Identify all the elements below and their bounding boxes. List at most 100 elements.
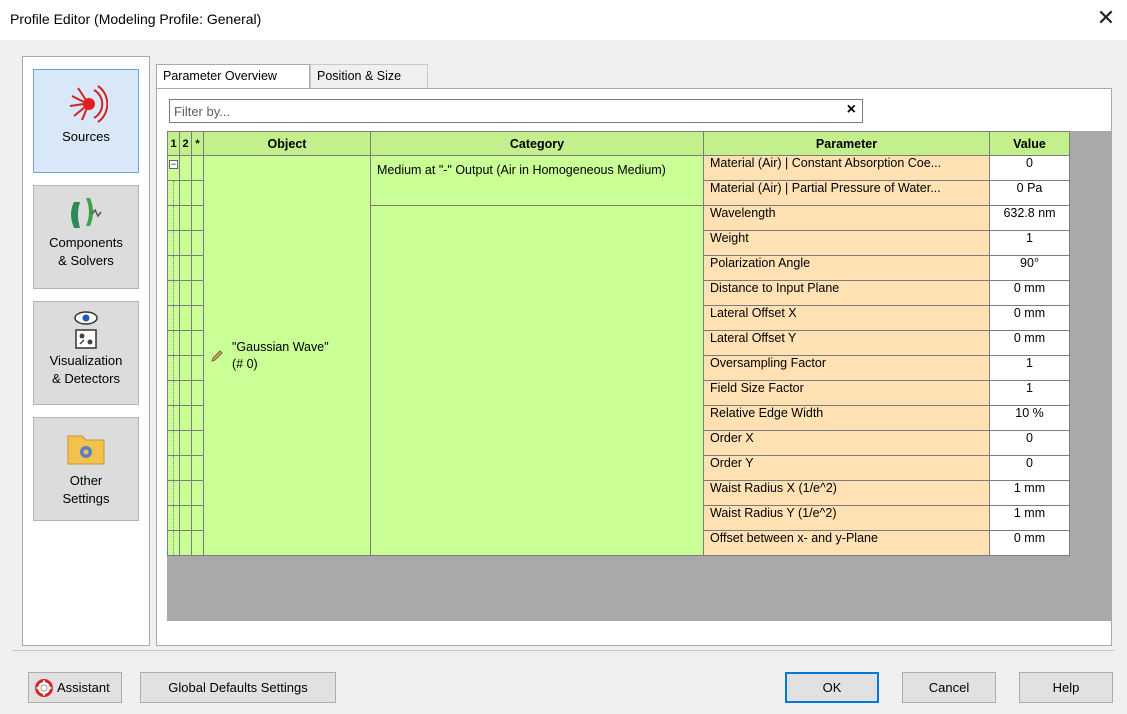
- parameter-cell[interactable]: Waist Radius X (1/e^2): [703, 480, 990, 506]
- tree-cell: [167, 180, 180, 206]
- value-cell[interactable]: 0 mm: [989, 330, 1070, 356]
- tree-cell: [167, 355, 180, 381]
- parameter-cell[interactable]: Wavelength: [703, 205, 990, 231]
- value-cell[interactable]: 1 mm: [989, 505, 1070, 531]
- sidebar-item-components[interactable]: Components & Solvers: [33, 185, 139, 289]
- tree-cell: [191, 155, 204, 181]
- parameter-cell[interactable]: Lateral Offset Y: [703, 330, 990, 356]
- tree-cell[interactable]: −: [167, 155, 180, 181]
- tree-cell: [167, 280, 180, 306]
- category-cell[interactable]: [370, 205, 704, 556]
- tree-cell: [191, 480, 204, 506]
- sidebar-item-label: Sources: [62, 129, 110, 144]
- parameter-cell[interactable]: Material (Air) | Constant Absorption Coe…: [703, 155, 990, 181]
- value-cell[interactable]: 1: [989, 380, 1070, 406]
- value-cell[interactable]: 0 mm: [989, 280, 1070, 306]
- global-defaults-settings-button[interactable]: Global Defaults Settings: [140, 672, 336, 703]
- sidebar-item-sources[interactable]: Sources: [33, 69, 139, 173]
- ok-button[interactable]: OK: [785, 672, 879, 703]
- value-cell[interactable]: 1: [989, 355, 1070, 381]
- value-cell[interactable]: 0 mm: [989, 305, 1070, 331]
- tree-cell: [179, 280, 192, 306]
- value-cell[interactable]: 0 Pa: [989, 180, 1070, 206]
- tree-cell: [191, 405, 204, 431]
- tree-cell: [167, 205, 180, 231]
- tree-guide: [173, 281, 174, 305]
- column-header-parameter[interactable]: Parameter: [703, 131, 990, 156]
- tree-cell: [179, 305, 192, 331]
- components-lens-icon: [71, 198, 102, 228]
- value-cell[interactable]: 0: [989, 455, 1070, 481]
- tree-cell: [167, 405, 180, 431]
- sidebar-item-other-settings[interactable]: Other Settings: [33, 417, 139, 521]
- tree-cell: [179, 455, 192, 481]
- parameter-cell[interactable]: Material (Air) | Partial Pressure of Wat…: [703, 180, 990, 206]
- parameter-cell[interactable]: Order Y: [703, 455, 990, 481]
- tree-guide: [173, 531, 174, 555]
- sidebar-item-label: Components: [49, 235, 123, 250]
- lifebuoy-icon: [35, 679, 53, 697]
- assistant-button[interactable]: Assistant: [28, 672, 122, 703]
- parameter-cell[interactable]: Relative Edge Width: [703, 405, 990, 431]
- tree-guide: [173, 231, 174, 255]
- parameter-cell[interactable]: Oversampling Factor: [703, 355, 990, 381]
- column-header-category[interactable]: Category: [370, 131, 704, 156]
- tab-parameter-overview[interactable]: Parameter Overview: [156, 64, 310, 89]
- sidebar-item-visualization[interactable]: Visualization & Detectors: [33, 301, 139, 405]
- tree-guide: [173, 481, 174, 505]
- value-cell[interactable]: 10 %: [989, 405, 1070, 431]
- object-name: "Gaussian Wave": [232, 339, 329, 354]
- cancel-button[interactable]: Cancel: [902, 672, 996, 703]
- value-cell[interactable]: 0 mm: [989, 530, 1070, 556]
- collapse-icon[interactable]: −: [169, 160, 178, 169]
- folder-gear-icon: [67, 435, 105, 465]
- tab-position-size[interactable]: Position & Size: [310, 64, 428, 88]
- parameter-cell[interactable]: Distance to Input Plane: [703, 280, 990, 306]
- parameter-grid: 1 2 * Object Category Parameter Value − "…: [167, 131, 1111, 621]
- tree-cell: [167, 455, 180, 481]
- close-icon[interactable]: ✕: [1093, 6, 1119, 32]
- parameter-cell[interactable]: Polarization Angle: [703, 255, 990, 281]
- column-header-2[interactable]: 2: [179, 131, 192, 156]
- value-cell[interactable]: 0: [989, 155, 1070, 181]
- parameter-cell[interactable]: Field Size Factor: [703, 380, 990, 406]
- value-cell[interactable]: 0: [989, 430, 1070, 456]
- tree-cell: [179, 155, 192, 181]
- tree-cell: [191, 205, 204, 231]
- value-cell[interactable]: 1: [989, 230, 1070, 256]
- parameter-cell[interactable]: Order X: [703, 430, 990, 456]
- object-id: (# 0): [232, 356, 258, 371]
- tree-guide: [173, 506, 174, 530]
- tree-guide: [173, 406, 174, 430]
- tree-cell: [167, 305, 180, 331]
- column-header-object[interactable]: Object: [203, 131, 371, 156]
- dialog-body: Sources Components & Solvers Visualizati…: [0, 40, 1127, 714]
- category-label: Medium at "-" Output (Air in Homogeneous…: [377, 163, 666, 177]
- object-cell[interactable]: "Gaussian Wave" (# 0): [203, 155, 371, 556]
- parameter-cell[interactable]: Waist Radius Y (1/e^2): [703, 505, 990, 531]
- table-row[interactable]: − "Gaussian Wave" (# 0) Medium at "-" Outpu…: [167, 155, 1070, 556]
- column-header-value[interactable]: Value: [989, 131, 1070, 156]
- column-header-1[interactable]: 1: [167, 131, 180, 156]
- tree-cell: [179, 205, 192, 231]
- eye-detector-icon: [74, 311, 98, 349]
- value-cell[interactable]: 1 mm: [989, 480, 1070, 506]
- value-cell[interactable]: 632.8 nm: [989, 205, 1070, 231]
- column-header-star[interactable]: *: [191, 131, 204, 156]
- parameter-cell[interactable]: Weight: [703, 230, 990, 256]
- value-cell[interactable]: 90°: [989, 255, 1070, 281]
- parameter-cell[interactable]: Lateral Offset X: [703, 305, 990, 331]
- tree-cell: [179, 255, 192, 281]
- tree-guide: [173, 381, 174, 405]
- tree-cell: [179, 355, 192, 381]
- help-button[interactable]: Help: [1019, 672, 1113, 703]
- tree-cell: [167, 430, 180, 456]
- clear-filter-icon[interactable]: ×: [847, 101, 856, 119]
- tree-guide: [173, 256, 174, 280]
- tree-cell: [167, 505, 180, 531]
- pencil-icon[interactable]: [210, 349, 224, 363]
- parameter-cell[interactable]: Offset between x- and y-Plane: [703, 530, 990, 556]
- category-cell[interactable]: Medium at "-" Output (Air in Homogeneous…: [370, 155, 704, 206]
- filter-input[interactable]: [170, 100, 830, 122]
- sidebar-item-label: Other: [69, 473, 103, 488]
